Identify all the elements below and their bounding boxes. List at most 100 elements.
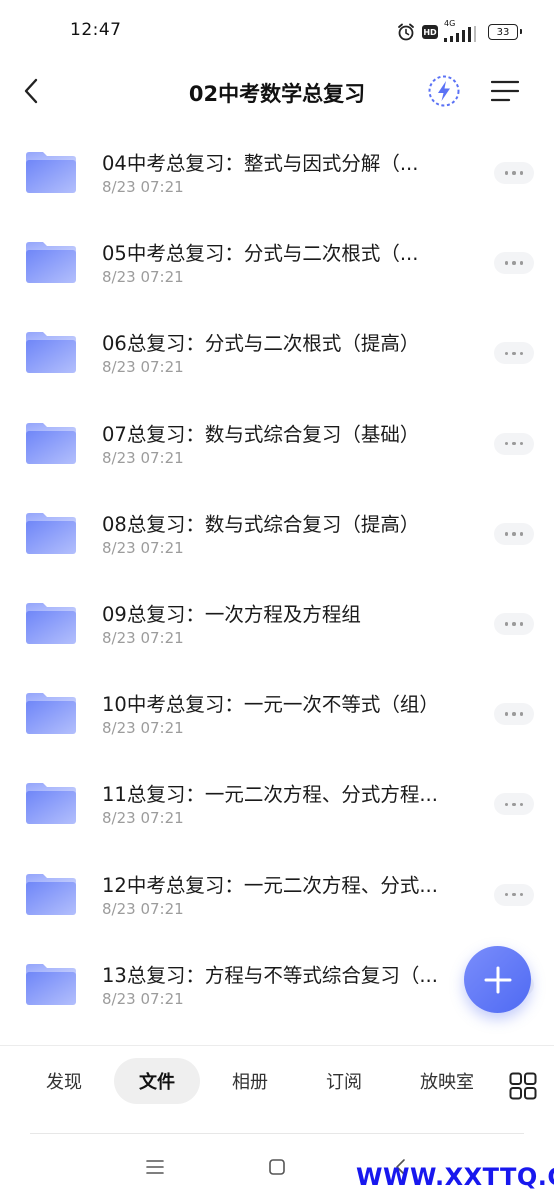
status-bar: 12:47 HD 4G 33 xyxy=(0,0,554,62)
nav-item-album[interactable]: 相册 xyxy=(210,1058,290,1104)
nav-item-screening-room[interactable]: 放映室 xyxy=(402,1058,492,1104)
folder-date: 8/23 07:21 xyxy=(102,178,184,196)
more-dot xyxy=(504,261,509,265)
square-icon xyxy=(269,1159,285,1175)
more-options-button[interactable] xyxy=(494,432,534,455)
folder-row[interactable]: 12中考总复习：一元二次方程、分式... 8/23 07:21 xyxy=(0,852,554,942)
more-dot xyxy=(519,171,524,175)
page-title: 02中考数学总复习 xyxy=(188,82,366,106)
folder-icon xyxy=(26,783,76,825)
more-dot xyxy=(519,802,524,807)
folder-row[interactable]: 11总复习：一元二次方程、分式方程... 8/23 07:21 xyxy=(0,761,554,851)
more-dot xyxy=(512,171,516,175)
more-dot xyxy=(512,351,516,356)
more-dot xyxy=(504,802,509,807)
folder-name: 10中考总复习：一元一次不等式（组） xyxy=(102,693,439,717)
screen: 12:47 HD 4G 33 02中考数学总复习 04中考总复习：整式与因式分解… xyxy=(0,0,554,1200)
more-dot xyxy=(512,622,516,626)
folder-name: 05中考总复习：分式与二次根式（... xyxy=(102,242,419,266)
nav-item-files[interactable]: 文件 xyxy=(114,1058,200,1104)
folder-date: 8/23 07:21 xyxy=(102,448,184,467)
folder-row[interactable]: 10中考总复习：一元一次不等式（组） 8/23 07:21 xyxy=(0,671,554,761)
bottom-nav: 发现 文件 相册 订阅 放映室 xyxy=(0,1045,554,1136)
more-dot xyxy=(512,802,516,807)
menu-button[interactable] xyxy=(488,74,522,108)
folder-name: 11总复习：一元二次方程、分式方程... xyxy=(102,783,438,807)
more-dot xyxy=(504,351,509,356)
more-dot xyxy=(519,892,524,897)
file-list: 04中考总复习：整式与因式分解（... 8/23 07:21 05中考总复习：分式与… xyxy=(0,130,554,1032)
more-dot xyxy=(504,532,509,536)
flash-button[interactable] xyxy=(425,72,463,110)
menu-lines-icon xyxy=(491,80,519,102)
folder-icon xyxy=(26,963,76,1005)
more-dot xyxy=(504,892,509,897)
folder-icon xyxy=(26,422,76,464)
status-time: 12:47 xyxy=(70,20,122,40)
folder-row[interactable]: 05中考总复习：分式与二次根式（... 8/23 07:21 xyxy=(0,220,554,310)
folder-date: 8/23 07:21 xyxy=(102,268,184,287)
nav-item-discover[interactable]: 发现 xyxy=(24,1058,104,1104)
more-options-button[interactable] xyxy=(494,612,534,635)
more-dot xyxy=(512,712,516,716)
status-icons: HD 4G 33 xyxy=(396,19,522,43)
folder-row[interactable]: 04中考总复习：整式与因式分解（... 8/23 07:21 xyxy=(0,130,554,220)
folder-row[interactable]: 07总复习：数与式综合复习（基础） 8/23 07:21 xyxy=(0,401,554,491)
folder-name: 07总复习：数与式综合复习（基础） xyxy=(102,422,420,446)
folder-name: 06总复习：分式与二次根式（提高） xyxy=(102,332,420,356)
folder-date: 8/23 07:21 xyxy=(102,358,184,377)
folder-row[interactable]: 06总复习：分式与二次根式（提高） 8/23 07:21 xyxy=(0,310,554,400)
system-menu-button[interactable] xyxy=(142,1154,168,1180)
more-dot xyxy=(512,441,516,446)
folder-name: 04中考总复习：整式与因式分解（... xyxy=(102,152,419,175)
more-dot xyxy=(519,622,524,626)
folder-name: 09总复习：一次方程及方程组 xyxy=(102,602,361,626)
folder-date: 8/23 07:21 xyxy=(102,989,184,1008)
more-options-button[interactable] xyxy=(494,883,534,906)
more-options-button[interactable] xyxy=(494,522,534,545)
more-dot xyxy=(519,712,524,716)
more-options-button[interactable] xyxy=(494,703,534,726)
signal-indicator: 4G xyxy=(444,19,478,42)
more-dot xyxy=(504,171,509,175)
folder-name: 12中考总复习：一元二次方程、分式... xyxy=(102,873,438,897)
more-dot xyxy=(512,261,516,265)
add-button[interactable] xyxy=(464,946,531,1013)
hamburger-icon xyxy=(146,1160,164,1174)
more-dot xyxy=(504,441,509,446)
more-dot xyxy=(519,351,524,356)
system-home-button[interactable] xyxy=(264,1154,290,1180)
more-options-button[interactable] xyxy=(494,793,534,816)
more-options-button[interactable] xyxy=(494,342,534,365)
watermark: WWW.XXTTQ.COM xyxy=(356,1163,554,1191)
more-options-button[interactable] xyxy=(494,162,534,184)
more-dot xyxy=(512,532,516,536)
header: 02中考数学总复习 xyxy=(0,62,554,122)
battery-icon: 33 xyxy=(488,24,522,40)
grid-button[interactable] xyxy=(505,1068,541,1104)
more-dot xyxy=(519,261,524,265)
signal-icon xyxy=(444,26,476,42)
folder-date: 8/23 07:21 xyxy=(102,899,184,918)
plus-icon xyxy=(484,966,511,993)
folder-name: 13总复习：方程与不等式综合复习（... xyxy=(102,963,438,987)
folder-icon xyxy=(26,693,76,735)
hd-badge: HD xyxy=(422,25,438,39)
folder-date: 8/23 07:21 xyxy=(102,809,184,828)
more-dot xyxy=(512,892,516,897)
folder-icon xyxy=(26,242,76,284)
more-dot xyxy=(519,441,524,446)
lightning-icon xyxy=(428,75,460,107)
folder-icon xyxy=(26,512,76,554)
folder-date: 8/23 07:21 xyxy=(102,538,184,557)
folder-date: 8/23 07:21 xyxy=(102,628,184,647)
folder-date: 8/23 07:21 xyxy=(102,719,184,738)
nav-item-subscribe[interactable]: 订阅 xyxy=(304,1058,384,1104)
bottom-divider xyxy=(30,1133,524,1134)
folder-row[interactable]: 08总复习：数与式综合复习（提高） 8/23 07:21 xyxy=(0,491,554,581)
folder-row[interactable]: 09总复习：一次方程及方程组 8/23 07:21 xyxy=(0,581,554,671)
more-options-button[interactable] xyxy=(494,252,534,275)
more-dot xyxy=(504,622,509,626)
alarm-icon xyxy=(398,23,414,41)
folder-name: 08总复习：数与式综合复习（提高） xyxy=(102,512,420,536)
